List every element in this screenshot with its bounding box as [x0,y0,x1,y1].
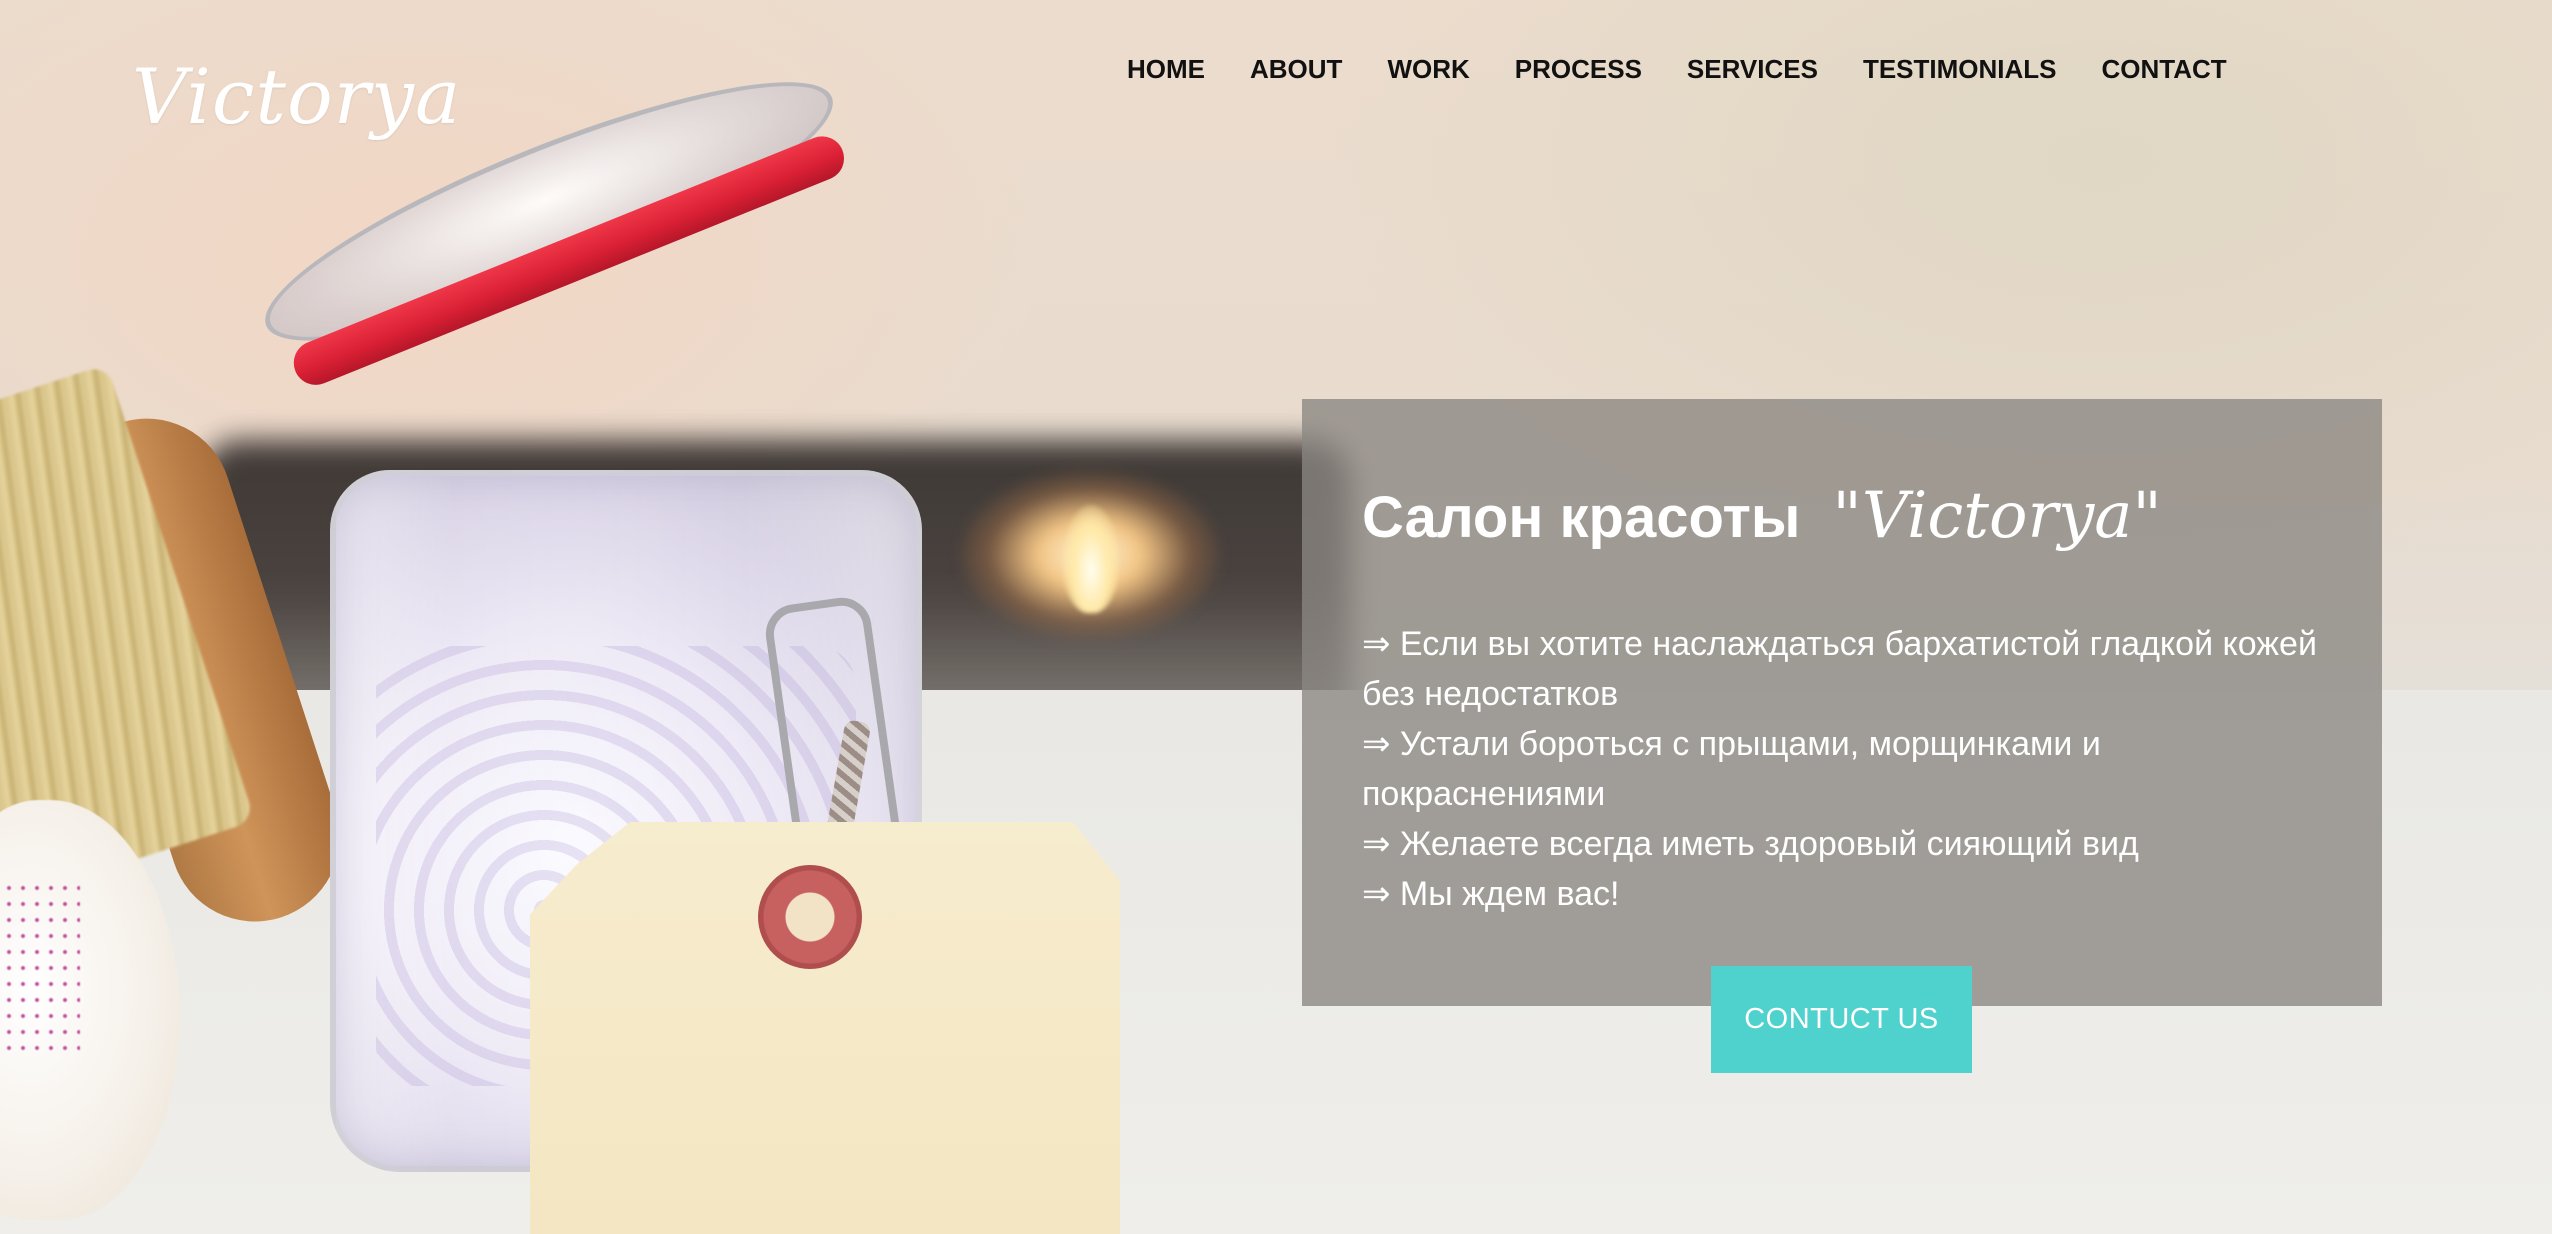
list-item: ⇒ Желаете всегда иметь здоровый сияющий … [1362,825,2139,863]
page-title-text: Салон красоты [1362,485,1801,550]
tag-hole-image [758,865,862,969]
nav-item-testimonials[interactable]: TESTIMONIALS [1863,52,2057,86]
list-item: ⇒ Если вы хотите наслаждаться бархатисто… [1362,625,2317,713]
nav-item-about[interactable]: ABOUT [1250,52,1342,86]
list-item: ⇒ Устали бороться с прыщами, морщинками … [1362,725,2101,813]
page-title-brand: "Victorya" [1832,479,2162,553]
nav-item-contact[interactable]: CONTACT [2102,52,2227,86]
list-item: ⇒ Мы ждем вас! [1362,875,1620,913]
nav-item-home[interactable]: HOME [1127,52,1205,86]
hero-section: Victorya HOME ABOUT WORK PROCESS SERVICE… [0,0,2552,1234]
candle-flame-image [1063,505,1119,613]
contact-us-button[interactable]: CONTUCT US [1711,966,1972,1073]
intro-panel: Салон красоты "Victorya" ⇒ Если вы хотите… [1302,399,2382,1006]
benefits-list: ⇒ Если вы хотите наслаждаться бархатисто… [1362,619,2352,919]
nav-item-process[interactable]: PROCESS [1515,52,1642,86]
site-logo[interactable]: Victorya [132,52,461,141]
nav-item-services[interactable]: SERVICES [1687,52,1818,86]
main-nav: HOME ABOUT WORK PROCESS SERVICES TESTIMO… [1127,52,2227,86]
page-title: Салон красоты "Victorya" [1362,479,2162,553]
nav-item-work[interactable]: WORK [1387,52,1469,86]
